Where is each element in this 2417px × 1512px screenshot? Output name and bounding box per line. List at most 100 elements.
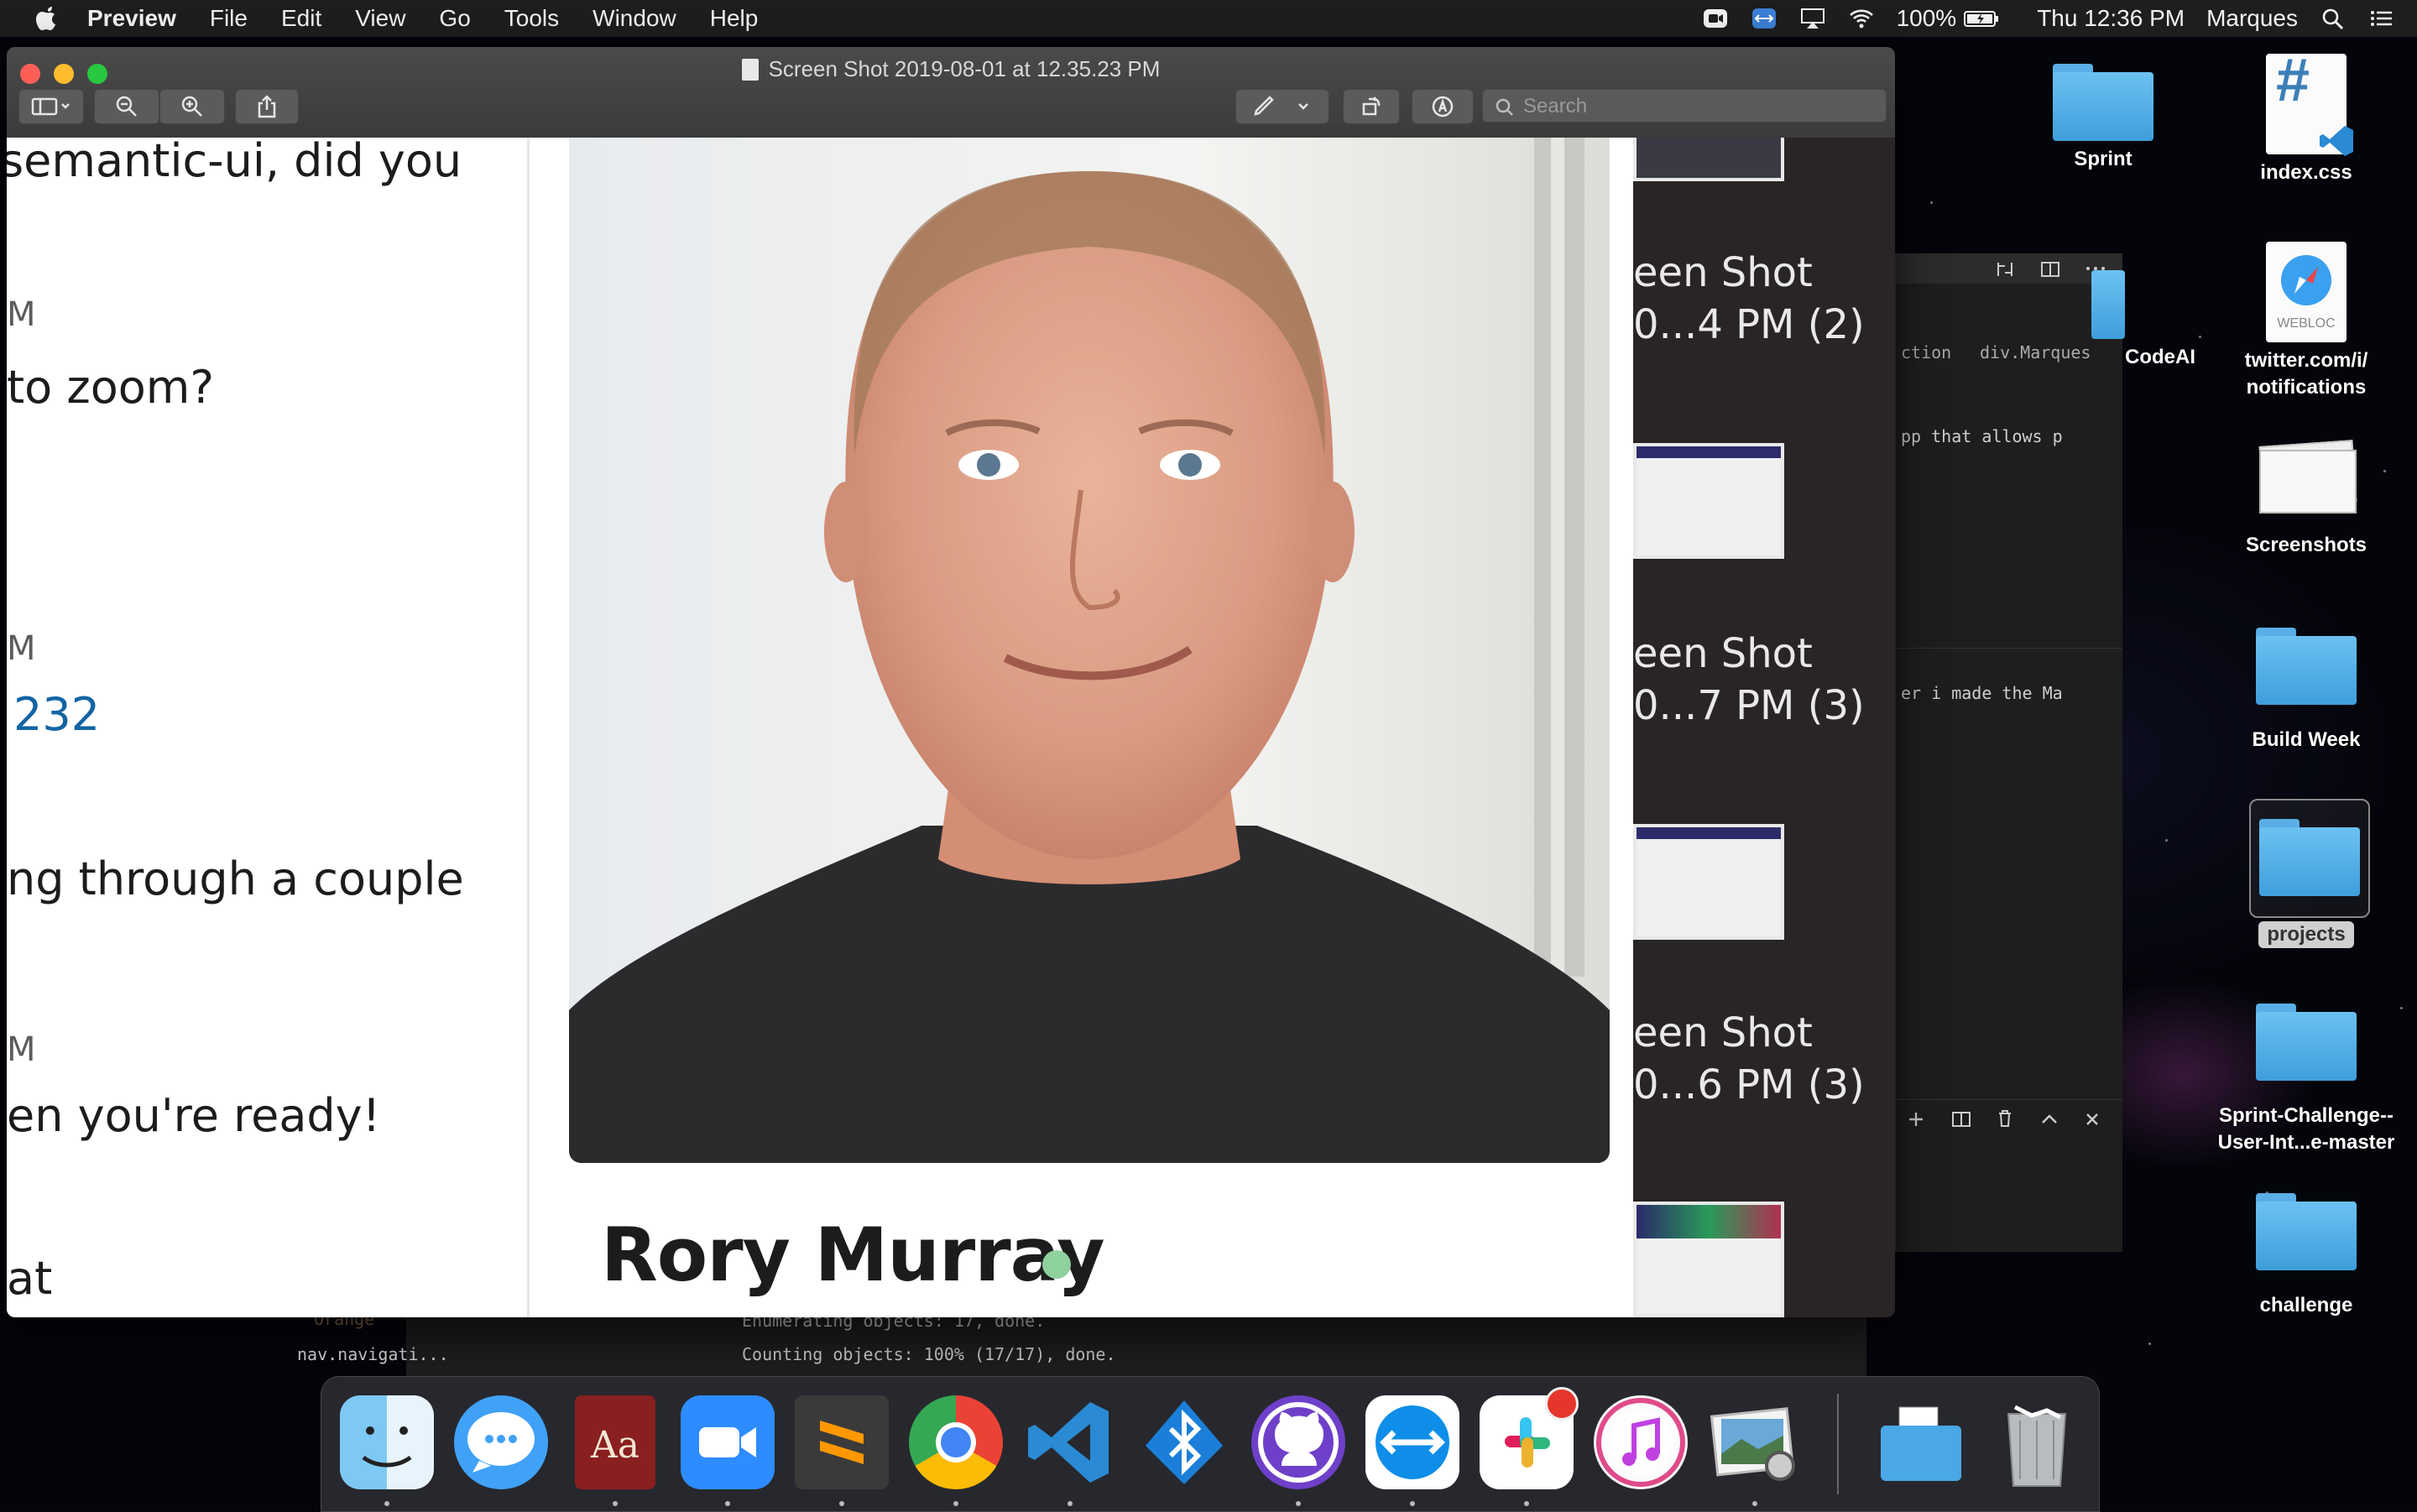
search-field[interactable] [1482, 89, 1887, 123]
markup-pen-button[interactable] [1235, 89, 1329, 124]
dock: Aa [321, 1376, 2100, 1512]
thumbnail-header [1637, 446, 1781, 458]
vscode-bottom-panel: Orange nav.navigati... Enumerating objec… [297, 1309, 1866, 1376]
breadcrumb-segment[interactable]: ction [1901, 342, 1951, 362]
vscode-icon[interactable] [1023, 1395, 1117, 1489]
desktop-folder-projects-selection[interactable] [2249, 799, 2370, 918]
maximize-panel-icon[interactable] [2040, 1111, 2059, 1128]
zoom-status-icon[interactable] [1702, 6, 1729, 31]
thumbnail-label[interactable]: een Shot [1633, 628, 1813, 680]
zoom-in-button[interactable] [159, 89, 225, 124]
safari-compass-icon [2281, 255, 2331, 305]
desktop-file-twitter-webloc[interactable]: WEBLOC twitter.com/i/ notifications [2222, 242, 2390, 401]
chrome-icon[interactable] [909, 1395, 1003, 1489]
rotate-button[interactable] [1343, 89, 1400, 124]
user-menu[interactable]: Marques [2206, 5, 2298, 32]
chat-link[interactable]: 232 [13, 688, 100, 741]
desktop-folder-build-week[interactable]: Build Week [2222, 628, 2390, 753]
menu-view[interactable]: View [355, 5, 405, 32]
menu-window[interactable]: Window [593, 5, 676, 32]
menu-edit[interactable]: Edit [281, 5, 321, 32]
code-line: er i made the Ma [1901, 683, 2063, 703]
desktop-folder-challenge[interactable]: challenge [2222, 1193, 2390, 1319]
desktop-icon-label: Build Week [2252, 728, 2361, 751]
dictionary-icon[interactable]: Aa [575, 1395, 655, 1489]
battery-icon[interactable] [1963, 6, 2000, 31]
split-terminal-icon[interactable] [1951, 1111, 1971, 1128]
desktop-folder-screenshots[interactable]: Screenshots [2222, 440, 2390, 559]
menu-file[interactable]: File [210, 5, 248, 32]
share-button[interactable] [235, 89, 299, 124]
search-input[interactable] [1522, 90, 1877, 123]
desktop-folder-codeai[interactable]: CodeAI [2075, 262, 2242, 371]
downloads-folder-icon[interactable] [1874, 1395, 1968, 1489]
thumbnail-label[interactable]: 0...7 PM (3) [1633, 680, 1865, 732]
chat-timestamp: M [7, 1030, 36, 1069]
trash-terminal-icon[interactable] [1997, 1109, 2013, 1128]
airplay-icon[interactable] [1799, 6, 1826, 31]
desktop-file-index-css[interactable]: # index.css [2222, 50, 2390, 186]
teamviewer-status-icon[interactable] [1751, 6, 1778, 31]
desktop-folder-sprint[interactable]: Sprint [2019, 64, 2187, 173]
desktop-folder-sprint-challenge[interactable]: Sprint-Challenge-- User-Int...e-master [2199, 1004, 2414, 1156]
editor-divider [1896, 648, 2122, 649]
thumbnail-label[interactable]: een Shot [1633, 1007, 1813, 1059]
thumbnail-sidebar[interactable]: een Shot 0...4 PM (2) een Shot 0...7 PM … [1633, 138, 1895, 1317]
wifi-icon[interactable] [1848, 6, 1875, 31]
close-panel-icon[interactable] [2084, 1111, 2101, 1128]
sidebar-toggle-button[interactable] [18, 89, 84, 124]
trash-icon[interactable] [1990, 1395, 2084, 1489]
spotlight-icon[interactable] [2320, 6, 2347, 31]
folder-icon [2091, 262, 2125, 339]
folder-icon [2053, 64, 2153, 141]
pen-icon [1254, 96, 1308, 116]
thumbnail-label[interactable]: 0...4 PM (2) [1633, 299, 1865, 351]
thumbnail-header [1637, 1205, 1781, 1238]
thumbnail-label[interactable]: een Shot [1633, 247, 1813, 299]
folder-icon [2259, 819, 2360, 896]
star [2148, 1343, 2151, 1345]
thumbnail[interactable] [1633, 138, 1784, 181]
teamviewer-icon[interactable] [1365, 1395, 1459, 1489]
tree-item[interactable]: nav.navigati... [297, 1344, 449, 1364]
compare-icon[interactable] [1995, 260, 2015, 279]
notification-badge [1545, 1387, 1579, 1421]
thumbnail[interactable] [1633, 1202, 1784, 1317]
menu-tools[interactable]: Tools [504, 5, 559, 32]
file-type-label: WEBLOC [2277, 316, 2336, 331]
desktop-icon-label: twitter.com/i/ [2244, 349, 2368, 372]
menu-go[interactable]: Go [439, 5, 470, 32]
desktop-icon-label: User-Int...e-master [2217, 1131, 2395, 1154]
app-menu[interactable]: Preview [87, 5, 176, 32]
panel-divider [1896, 1099, 2122, 1100]
zoom-out-button[interactable] [94, 89, 159, 124]
menu-help[interactable]: Help [710, 5, 759, 32]
split-editor-icon[interactable] [2040, 260, 2060, 279]
zoom-out-icon [116, 96, 137, 117]
notification-center-icon[interactable] [2368, 6, 2395, 31]
chat-message-text: en you're ready! [7, 1089, 381, 1142]
zoom-icon[interactable] [681, 1395, 775, 1489]
finder-icon[interactable] [340, 1395, 434, 1489]
preview-icon[interactable] [1708, 1395, 1802, 1489]
itunes-icon[interactable] [1594, 1395, 1688, 1489]
chat-message-text: semantic-ui, did you [7, 138, 462, 187]
window-title: Screen Shot 2019-08-01 at 12.35.23 PM [7, 54, 1895, 84]
presence-indicator [1042, 1250, 1071, 1279]
sublime-text-icon[interactable] [795, 1395, 889, 1489]
menu-bar: Preview File Edit View Go Tools Window H… [0, 0, 2417, 37]
star [2165, 839, 2168, 842]
document-icon [741, 59, 759, 81]
desktop-folder-projects-label[interactable]: projects [2222, 921, 2390, 948]
markup-toolbar-button[interactable] [1412, 89, 1474, 124]
github-desktop-icon[interactable] [1251, 1395, 1345, 1489]
apple-menu-icon[interactable] [35, 5, 59, 32]
new-terminal-icon[interactable] [1908, 1111, 1924, 1128]
thumbnail[interactable] [1633, 443, 1784, 559]
thumbnail[interactable] [1633, 824, 1784, 940]
bluetooth-icon[interactable] [1137, 1395, 1231, 1489]
thumbnail-label[interactable]: 0...6 PM (3) [1633, 1059, 1865, 1111]
slack-icon[interactable] [1480, 1387, 1579, 1489]
clock[interactable]: Thu 12:36 PM [2037, 5, 2185, 32]
messages-icon[interactable] [454, 1395, 548, 1489]
